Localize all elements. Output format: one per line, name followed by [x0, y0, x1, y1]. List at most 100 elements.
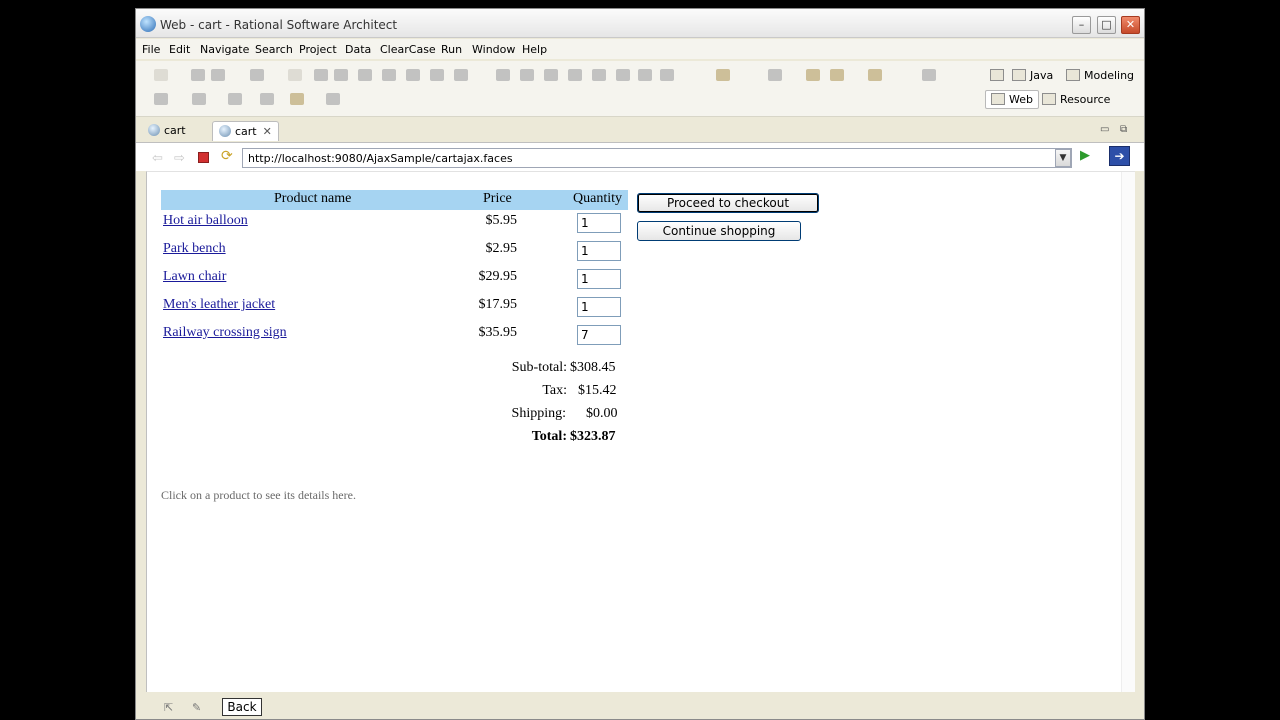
tool-icon[interactable] [382, 69, 396, 81]
tool-icon[interactable] [544, 69, 558, 81]
tool-icon[interactable] [326, 93, 340, 105]
rational-app-icon [140, 16, 156, 32]
menu-run[interactable]: Run [441, 43, 462, 56]
tool-icon[interactable] [154, 93, 168, 105]
server-icon[interactable] [288, 69, 302, 81]
go-icon[interactable]: ▶ [1080, 148, 1090, 163]
print-icon[interactable] [250, 69, 264, 81]
total-value: $323.87 [570, 429, 616, 444]
quantity-input[interactable]: 7 [577, 325, 621, 345]
tab-cart-1[interactable]: cart [142, 121, 192, 141]
stop-icon[interactable] [198, 152, 209, 163]
editor-tab-bar: cart cart ✕ ▭ ⧉ [136, 117, 1144, 143]
menu-navigate[interactable]: Navigate [200, 43, 249, 56]
menu-data[interactable]: Data [345, 43, 371, 56]
tool-icon[interactable] [406, 69, 420, 81]
tool-icon[interactable] [358, 69, 372, 81]
tool-icon[interactable] [260, 93, 274, 105]
vertical-scrollbar[interactable] [1121, 172, 1135, 692]
maximize-button[interactable]: □ [1097, 16, 1116, 34]
menu-clearcase[interactable]: ClearCase [380, 43, 436, 56]
menu-help[interactable]: Help [522, 43, 547, 56]
open-perspective-button[interactable] [990, 69, 1008, 82]
quantity-input[interactable]: 1 [577, 269, 621, 289]
url-dropdown-chevron-icon[interactable]: ▼ [1055, 149, 1071, 167]
tab-label: cart [164, 124, 186, 137]
continue-shopping-button[interactable]: Continue shopping [637, 221, 801, 241]
status-bar: ⇱ ✎ Back [136, 693, 1144, 719]
perspective-java[interactable]: Java [1012, 69, 1053, 82]
resource-perspective-icon [1042, 93, 1056, 105]
run-icon[interactable] [806, 69, 820, 81]
toolbar: Java Modeling Web Resource [136, 61, 1144, 117]
subtotal-label: Sub-total: [511, 360, 567, 375]
quantity-input[interactable]: 1 [577, 241, 621, 261]
tool-icon[interactable] [496, 69, 510, 81]
minimize-button[interactable]: – [1072, 16, 1091, 34]
proceed-to-checkout-button[interactable]: Proceed to checkout [637, 193, 819, 213]
menu-project[interactable]: Project [299, 43, 337, 56]
tool-icon[interactable] [334, 69, 348, 81]
menu-search[interactable]: Search [255, 43, 293, 56]
tool-icon[interactable] [454, 69, 468, 81]
perspective-web-label: Web [1009, 93, 1033, 106]
product-link-hot-air-balloon[interactable]: Hot air balloon [163, 213, 248, 229]
debug-icon[interactable] [716, 69, 730, 81]
tool-icon[interactable] [616, 69, 630, 81]
menu-edit[interactable]: Edit [169, 43, 190, 56]
product-link-park-bench[interactable]: Park bench [163, 241, 226, 257]
quantity-input[interactable]: 1 [577, 297, 621, 317]
subtotal-value: $308.45 [570, 360, 616, 375]
save-icon[interactable] [191, 69, 205, 81]
menu-file[interactable]: File [142, 43, 160, 56]
tool-icon[interactable] [768, 69, 782, 81]
menu-window[interactable]: Window [472, 43, 515, 56]
close-window-button[interactable]: ✕ [1121, 16, 1140, 34]
tool-icon[interactable] [228, 93, 242, 105]
window-title: Web - cart - Rational Software Architect [160, 18, 398, 32]
quantity-input[interactable]: 1 [577, 213, 621, 233]
product-link-mens-leather-jacket[interactable]: Men's leather jacket [163, 297, 275, 313]
globe-icon [148, 124, 160, 136]
web-perspective-icon [991, 93, 1005, 105]
back-button[interactable]: Back [222, 698, 262, 716]
tab-cart-2[interactable]: cart ✕ [212, 121, 279, 141]
status-icon[interactable]: ⇱ [164, 701, 173, 714]
open-external-icon[interactable]: ➔ [1109, 146, 1130, 166]
back-arrow-icon[interactable]: ⇦ [152, 151, 163, 166]
minimize-view-icon[interactable]: ▭ [1100, 124, 1109, 135]
perspective-modeling[interactable]: Modeling [1066, 69, 1134, 82]
tool-icon[interactable] [638, 69, 652, 81]
shipping-value: $0.00 [586, 406, 618, 421]
refresh-icon[interactable]: ⟳ [221, 148, 233, 164]
tax-label: Tax: [542, 383, 567, 398]
tool-icon[interactable] [192, 93, 206, 105]
tab-label: cart [235, 125, 257, 138]
tool-icon[interactable] [430, 69, 444, 81]
tool-icon[interactable] [592, 69, 606, 81]
perspective-web[interactable]: Web [985, 90, 1039, 109]
total-label: Total: [531, 429, 567, 444]
back-arrow-icon[interactable] [290, 93, 304, 105]
new-icon[interactable] [154, 69, 168, 81]
maximize-view-icon[interactable]: ⧉ [1120, 124, 1127, 135]
status-pencil-icon[interactable]: ✎ [192, 701, 201, 714]
tool-icon[interactable] [868, 69, 882, 81]
product-link-railway-crossing-sign[interactable]: Railway crossing sign [163, 325, 287, 341]
tool-icon[interactable] [520, 69, 534, 81]
tool-icon[interactable] [568, 69, 582, 81]
tax-value: $15.42 [578, 383, 617, 398]
perspective-java-label: Java [1030, 69, 1054, 82]
perspective-resource[interactable]: Resource [1042, 93, 1110, 106]
product-price: $35.95 [478, 325, 518, 340]
tool-icon[interactable] [830, 69, 844, 81]
globe-icon[interactable] [922, 69, 936, 81]
url-field[interactable]: http://localhost:9080/AjaxSample/cartaja… [242, 148, 1072, 168]
app-window: Web - cart - Rational Software Architect… [135, 8, 1145, 720]
save-all-icon[interactable] [211, 69, 225, 81]
product-link-lawn-chair[interactable]: Lawn chair [163, 269, 226, 285]
forward-arrow-icon[interactable]: ⇨ [174, 151, 185, 166]
help-icon[interactable] [660, 69, 674, 81]
close-tab-icon[interactable]: ✕ [263, 125, 272, 138]
tool-icon[interactable] [314, 69, 328, 81]
